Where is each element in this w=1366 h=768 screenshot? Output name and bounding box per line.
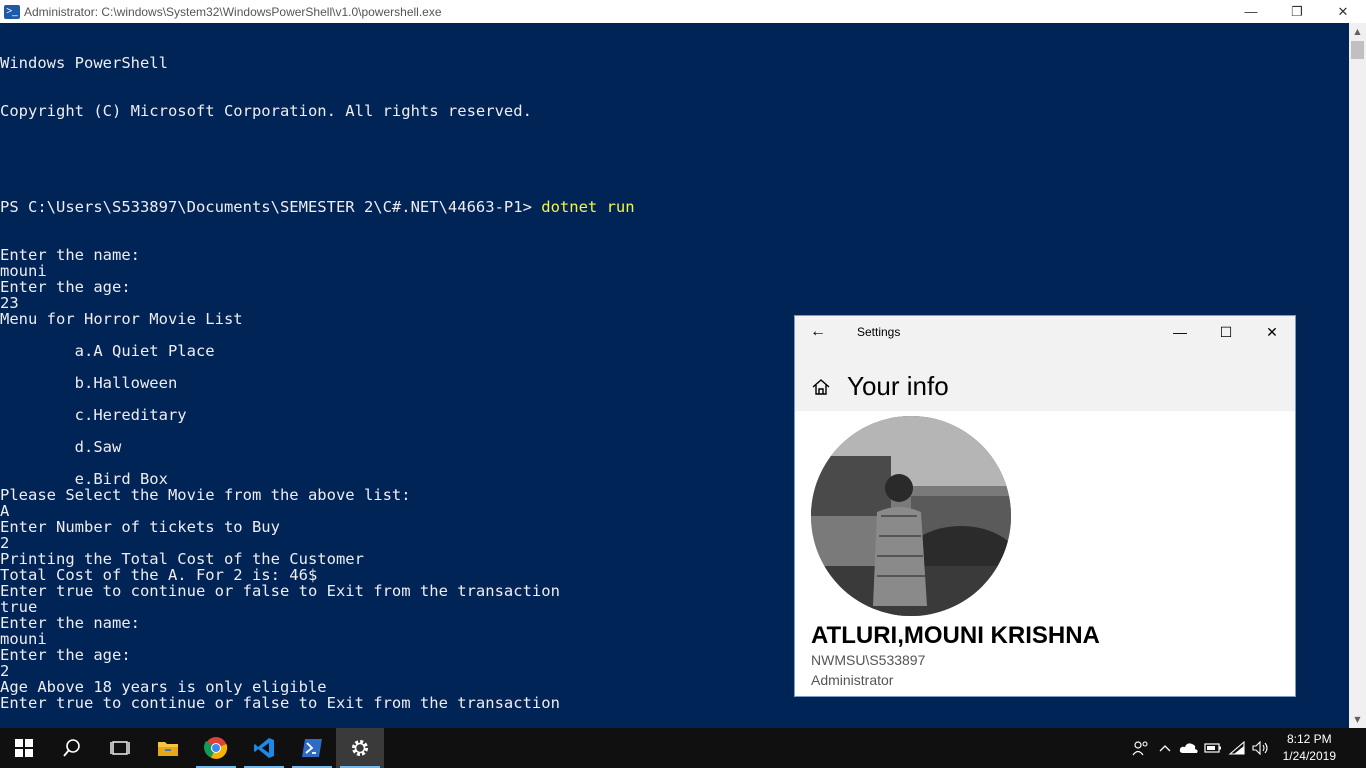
vscode-icon	[254, 738, 274, 758]
battery-icon[interactable]	[1201, 728, 1225, 768]
chevron-up-icon[interactable]	[1153, 728, 1177, 768]
search-icon	[63, 739, 80, 757]
settings-titlebar[interactable]: ← Settings — ☐ ✕	[795, 316, 1295, 348]
avatar	[811, 416, 1011, 616]
file-explorer-button[interactable]	[144, 728, 192, 768]
page-title: Your info	[847, 371, 949, 401]
restore-button[interactable]: ❐	[1274, 0, 1320, 23]
chrome-button[interactable]	[192, 728, 240, 768]
show-desktop-button[interactable]	[1344, 728, 1366, 768]
start-icon	[15, 739, 33, 757]
settings-taskbar-button[interactable]	[336, 728, 384, 768]
vscode-button[interactable]	[240, 728, 288, 768]
user-account: NWMSU\S533897	[811, 652, 926, 668]
minimize-button[interactable]: —	[1228, 0, 1274, 23]
console-line: 23	[0, 294, 19, 312]
scroll-thumb[interactable]	[1351, 41, 1364, 59]
prompt-text: PS C:\Users\S533897\Documents\SEMESTER 2…	[0, 198, 542, 216]
console-line: Enter true to continue or false to Exit …	[0, 694, 560, 712]
console-line: Copyright (C) Microsoft Corporation. All…	[0, 102, 532, 120]
scroll-up-icon[interactable]: ▲	[1349, 23, 1366, 40]
console-line: Enter the age:	[0, 278, 131, 296]
page-heading: Your info	[811, 371, 949, 402]
console-line: Windows PowerShell	[0, 54, 168, 72]
settings-maximize-button[interactable]: ☐	[1203, 316, 1249, 348]
file-explorer-icon	[158, 742, 178, 756]
home-icon	[812, 378, 830, 395]
clock-time: 8:12 PM	[1286, 732, 1332, 746]
people-icon[interactable]	[1129, 728, 1153, 768]
window-title: Administrator: C:\windows\System32\Windo…	[24, 4, 442, 19]
onedrive-icon[interactable]	[1177, 728, 1201, 768]
volume-icon[interactable]	[1249, 728, 1273, 768]
vertical-scrollbar[interactable]: ▲ ▼	[1349, 23, 1366, 728]
close-button[interactable]: ✕	[1320, 0, 1366, 23]
profile-photo	[811, 416, 1011, 616]
powershell-taskbar-button[interactable]	[288, 728, 336, 768]
user-name: ATLURI,MOUNI KRISHNA	[811, 622, 1100, 649]
taskbar: 8:12 PM 1/24/2019	[0, 728, 1366, 768]
powershell-titlebar[interactable]: >_ Administrator: C:\windows\System32\Wi…	[0, 0, 1366, 23]
console-line: mouni	[0, 262, 47, 280]
scroll-down-icon[interactable]: ▼	[1349, 711, 1366, 728]
user-role: Administrator	[811, 672, 894, 688]
system-tray: 8:12 PM 1/24/2019	[1129, 728, 1366, 768]
task-view-icon	[110, 741, 130, 755]
start-button[interactable]	[0, 728, 48, 768]
settings-title: Settings	[857, 325, 901, 339]
clock[interactable]: 8:12 PM 1/24/2019	[1273, 731, 1344, 765]
settings-icon	[352, 740, 368, 756]
search-button[interactable]	[48, 728, 96, 768]
console-line: Enter the name:	[0, 246, 140, 264]
command-text: dotnet run	[541, 198, 635, 216]
powershell-icon	[302, 739, 322, 757]
chrome-icon	[204, 737, 228, 759]
powershell-icon: >_	[4, 4, 20, 19]
task-view-button[interactable]	[96, 728, 144, 768]
settings-close-button[interactable]: ✕	[1249, 316, 1295, 348]
wifi-icon[interactable]	[1225, 728, 1249, 768]
clock-date: 1/24/2019	[1282, 749, 1336, 763]
settings-minimize-button[interactable]: —	[1157, 316, 1203, 348]
back-button[interactable]: ←	[795, 316, 841, 348]
settings-window[interactable]: ← Settings — ☐ ✕ Your info ATLURI,MOUNI …	[794, 315, 1296, 697]
prompt-line: PS C:\Users\S533897\Documents\SEMESTER 2…	[0, 199, 1349, 215]
